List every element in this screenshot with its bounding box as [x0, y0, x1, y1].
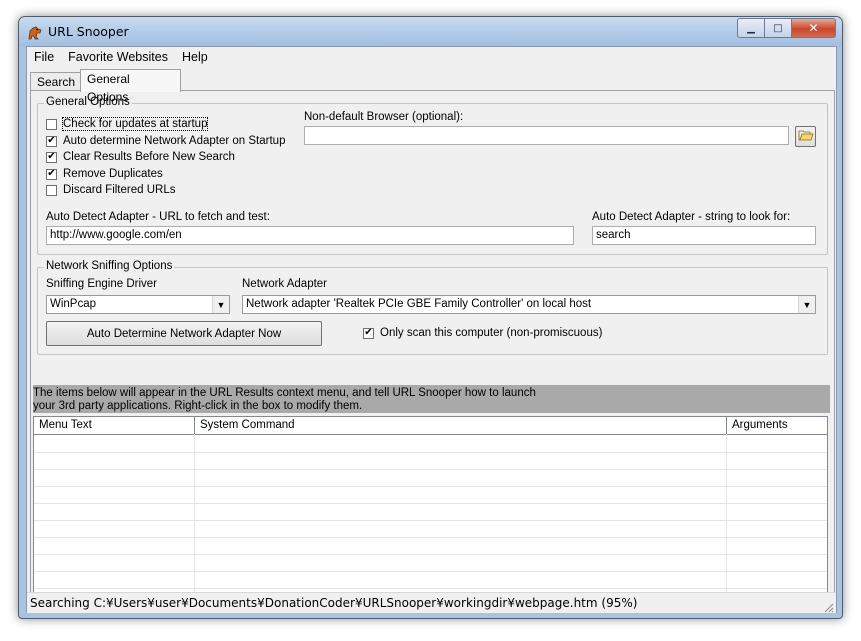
checkbox-label: Discard Filtered URLs [63, 184, 176, 196]
clear-results-checkbox[interactable]: ✔ Clear Results Before New Search [46, 151, 235, 163]
close-button[interactable]: ✕ [792, 18, 836, 38]
checkbox-box[interactable]: ✔ [46, 151, 57, 163]
table-row[interactable] [34, 486, 827, 504]
menu-bar: File Favorite Websites Help [27, 47, 836, 67]
menu-file[interactable]: File [27, 47, 61, 67]
checkbox-label: Check for updates at startup [61, 117, 209, 131]
check-updates-checkbox[interactable]: Check for updates at startup [46, 117, 209, 131]
chevron-down-icon[interactable]: ▼ [798, 296, 815, 313]
browser-label: Non-default Browser (optional): [304, 111, 464, 123]
checkbox-label: Clear Results Before New Search [63, 151, 235, 163]
driver-label: Sniffing Engine Driver [46, 278, 158, 290]
driver-select[interactable]: WinPcap ▼ [46, 295, 230, 314]
auto-determine-adapter-button[interactable]: Auto Determine Network Adapter Now [46, 321, 322, 346]
grid-header: Menu Text System Command Arguments [34, 417, 827, 435]
resize-grip-icon[interactable] [822, 599, 834, 613]
minimize-button[interactable]: ▁ [737, 18, 765, 38]
browser-input[interactable] [304, 126, 789, 145]
table-row[interactable] [34, 469, 827, 487]
url-input[interactable]: http://www.google.com/en [46, 226, 574, 245]
maximize-button[interactable]: □ [765, 18, 792, 38]
info-line-1: The items below will appear in the URL R… [33, 387, 536, 399]
adapter-select[interactable]: Network adapter 'Realtek PCIe GBE Family… [242, 295, 816, 314]
folder-open-icon [798, 128, 814, 145]
menu-help[interactable]: Help [175, 47, 215, 67]
window-title: URL Snooper [48, 24, 129, 39]
column-menu-text[interactable]: Menu Text [34, 417, 195, 434]
checkbox-label: Remove Duplicates [63, 168, 163, 180]
tab-strip: Search General Options [27, 69, 836, 104]
commands-grid[interactable]: Menu Text System Command Arguments [33, 416, 828, 601]
checkbox-label: Only scan this computer (non-promiscuous… [380, 327, 603, 339]
checkbox-box[interactable]: ✔ [363, 327, 374, 339]
status-text: Searching C:¥Users¥user¥Documents¥Donati… [30, 596, 638, 610]
minimize-icon: ▁ [747, 22, 755, 34]
auto-determine-adapter-checkbox[interactable]: ✔ Auto determine Network Adapter on Star… [46, 135, 285, 147]
app-window: URL Snooper ▁ □ ✕ File Favorite Websites… [18, 16, 843, 619]
menu-favorite-websites[interactable]: Favorite Websites [61, 47, 175, 67]
tab-search[interactable]: Search [30, 72, 83, 92]
adapter-select-value: Network adapter 'Realtek PCIe GBE Family… [246, 298, 592, 310]
maximize-icon: □ [773, 22, 783, 34]
checkbox-label: Auto determine Network Adapter on Startu… [63, 135, 286, 147]
title-bar[interactable]: URL Snooper ▁ □ ✕ [19, 17, 842, 47]
context-menu-info: The items below will appear in the URL R… [33, 385, 830, 413]
checkbox-box[interactable] [46, 184, 57, 196]
checkbox-box[interactable]: ✔ [46, 168, 57, 180]
adapter-label: Network Adapter [242, 278, 328, 290]
network-sniffing-group: Network Sniffing Options Sniffing Engine… [37, 260, 828, 355]
driver-select-value: WinPcap [50, 298, 97, 310]
local-only-checkbox[interactable]: ✔ Only scan this computer (non-promiscuo… [363, 327, 602, 339]
client-area: File Favorite Websites Help Search Gener… [26, 46, 837, 613]
close-icon: ✕ [808, 21, 819, 35]
checkbox-box[interactable]: ✔ [46, 135, 57, 147]
table-row[interactable] [34, 537, 827, 555]
table-row[interactable] [34, 435, 827, 453]
dog-icon [27, 25, 43, 41]
table-row[interactable] [34, 503, 827, 521]
network-sniffing-group-title: Network Sniffing Options [44, 260, 175, 272]
info-line-2: your 3rd party applications. Right-click… [33, 400, 363, 412]
column-arguments[interactable]: Arguments [727, 417, 827, 434]
tab-general-options[interactable]: General Options [80, 69, 181, 104]
general-options-panel: General Options Check for updates at sta… [30, 90, 835, 611]
table-row[interactable] [34, 452, 827, 470]
discard-filtered-checkbox[interactable]: Discard Filtered URLs [46, 184, 175, 196]
table-row[interactable] [34, 554, 827, 572]
caption-buttons: ▁ □ ✕ [737, 18, 836, 38]
status-bar: Searching C:¥Users¥user¥Documents¥Donati… [27, 592, 836, 613]
table-row[interactable] [34, 520, 827, 538]
url-label: Auto Detect Adapter - URL to fetch and t… [46, 211, 270, 223]
checkbox-box[interactable] [46, 118, 57, 130]
string-label: Auto Detect Adapter - string to look for… [592, 211, 791, 223]
remove-duplicates-checkbox[interactable]: ✔ Remove Duplicates [46, 168, 163, 180]
browse-button[interactable] [795, 126, 816, 147]
general-options-group: General Options Check for updates at sta… [37, 96, 828, 255]
string-input[interactable]: search [592, 226, 816, 245]
column-system-command[interactable]: System Command [195, 417, 727, 434]
chevron-down-icon[interactable]: ▼ [212, 296, 229, 313]
table-row[interactable] [34, 571, 827, 589]
